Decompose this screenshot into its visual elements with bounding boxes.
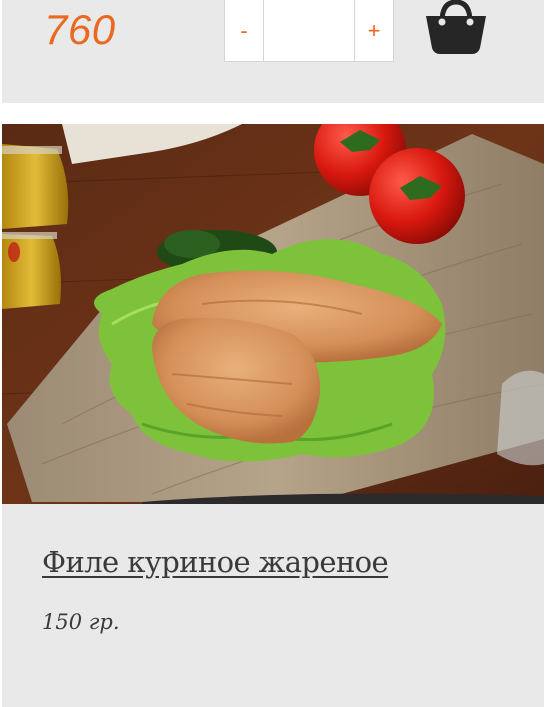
product-card: Филе куриное жареное 150 гр. [2, 124, 544, 707]
product-weight: 150 гр. [42, 610, 120, 634]
product-image[interactable] [2, 124, 544, 504]
product-price: 760 [44, 6, 116, 53]
add-to-cart-button[interactable] [420, 0, 492, 62]
quantity-increase-button[interactable]: + [354, 0, 393, 61]
product-title-link[interactable]: Филе куриное жареное [42, 545, 389, 579]
shopping-bag-icon [426, 0, 486, 54]
card-separator [0, 103, 547, 124]
quantity-stepper: - + [224, 0, 394, 62]
previous-product-card: 760 - + [2, 0, 544, 103]
quantity-input[interactable] [264, 0, 354, 61]
quantity-decrease-button[interactable]: - [225, 0, 264, 61]
